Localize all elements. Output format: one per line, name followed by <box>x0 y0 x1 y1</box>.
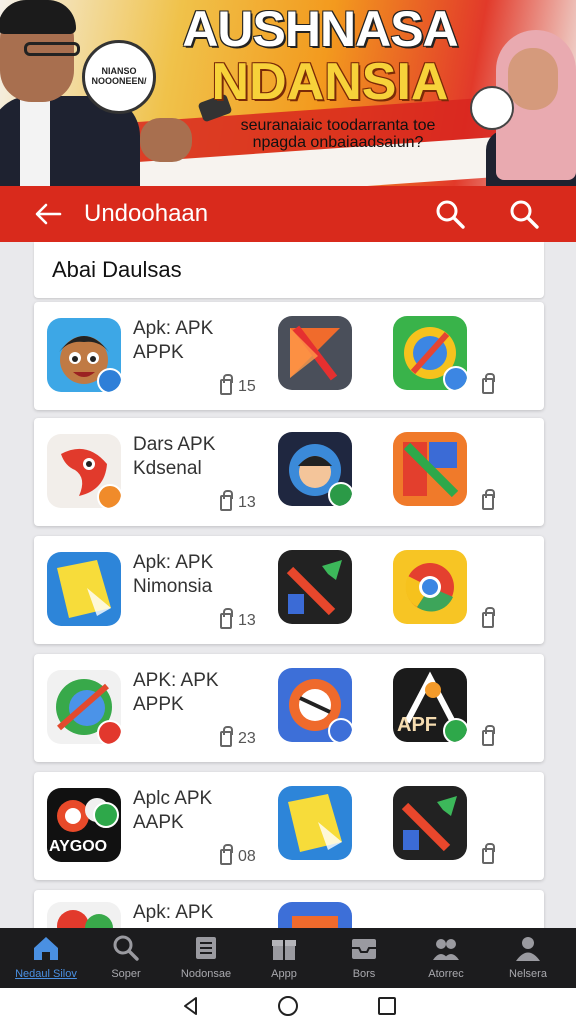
list-item[interactable]: AYGOO Aplc APK AAPK 08 <box>34 772 544 880</box>
lock-icon <box>220 490 233 511</box>
nav-label: Atorrec <box>428 968 464 980</box>
banner-badge: NIANSO NOOONEEN/ <box>82 40 156 114</box>
list-item[interactable]: Apk: APK APPK 15 <box>34 302 544 410</box>
app-icon-bird-circle[interactable] <box>278 668 352 742</box>
badge-icon <box>443 718 467 742</box>
app-icon-aygoo[interactable]: AYGOO <box>47 788 121 862</box>
lock-icon <box>220 608 233 629</box>
nav-profile[interactable]: Nelsera <box>488 934 568 986</box>
section-header: Abai Daulsas <box>34 242 544 298</box>
system-back-icon[interactable] <box>180 995 202 1017</box>
app-subtitle: Nimonsia <box>133 576 213 597</box>
badge-icon <box>443 366 467 390</box>
lock-icon <box>482 725 495 746</box>
app-icon-yellow-document[interactable] <box>278 786 352 860</box>
app-icon-partial[interactable] <box>47 902 121 928</box>
app-list: Abai Daulsas Apk: APK APPK 15 Dars APK K… <box>0 242 576 928</box>
bottom-nav: Nedaul Silov Soper Nodonsae Appp Bors At… <box>0 928 576 988</box>
app-icon-red-bird[interactable] <box>47 434 121 508</box>
app-name: Apk: APK <box>133 902 214 923</box>
app-count: 23 <box>220 726 256 748</box>
lock-icon <box>482 373 495 394</box>
apf-tile-label: APF <box>397 714 437 736</box>
search-icon <box>113 935 139 961</box>
app-subtitle: APPK <box>133 342 184 363</box>
banner-title-line2: NDANSIA <box>211 53 449 111</box>
lock-icon <box>482 607 495 628</box>
search-icon[interactable] <box>508 198 540 230</box>
badge-icon <box>97 720 121 744</box>
app-count: 13 <box>220 490 256 512</box>
nav-home[interactable]: Nedaul Silov <box>6 934 86 986</box>
nav-label: Nelsera <box>509 968 547 980</box>
app-icon-headset-face[interactable] <box>278 432 352 506</box>
banner-subtitle: seuranaiaic toodarranta toe npagda onbai… <box>240 117 436 151</box>
nav-inbox[interactable]: Bors <box>324 934 404 986</box>
app-name: Apk: APK <box>133 318 214 339</box>
lock-icon <box>220 374 233 395</box>
app-icon-cartoon-boy[interactable] <box>47 318 121 392</box>
lock-icon <box>220 844 233 865</box>
nav-label: Bors <box>352 968 376 980</box>
gift-icon <box>272 940 296 960</box>
app-count: 13 <box>220 608 256 630</box>
app-icon-partial[interactable] <box>278 902 352 928</box>
app-icon-green-browser[interactable] <box>393 316 467 390</box>
badge-icon <box>93 802 119 828</box>
nav-label: Soper <box>111 968 141 980</box>
lock-icon <box>220 726 233 747</box>
list-item[interactable]: Dars APK Kdsenal 13 <box>34 418 544 526</box>
nav-list[interactable]: Nodonsae <box>166 934 246 986</box>
inbox-icon <box>352 939 376 959</box>
list-icon <box>196 937 216 959</box>
app-subtitle: APPK <box>133 694 184 715</box>
app-bar: Undoohaan <box>0 186 576 242</box>
lock-icon <box>482 843 495 864</box>
nav-label: Appp <box>271 968 297 980</box>
search-icon[interactable] <box>434 198 466 230</box>
app-icon-orange-triangle[interactable] <box>278 316 352 390</box>
system-home-icon[interactable] <box>277 995 299 1017</box>
app-icon-colorful-tools[interactable] <box>393 432 467 506</box>
section-title: Abai Daulsas <box>52 257 182 282</box>
promo-banner[interactable]: NIANSO NOOONEEN/ AUSHNASA NDANSIA seuran… <box>0 0 576 186</box>
list-item[interactable]: APK: APK APPK 23 APF <box>34 654 544 762</box>
app-name: APK: APK <box>133 670 219 691</box>
app-count: 15 <box>220 374 256 396</box>
group-icon <box>433 939 459 960</box>
badge-icon <box>328 718 352 742</box>
system-recents-icon[interactable] <box>376 995 398 1017</box>
banner-title: AUSHNASA <box>182 1 458 57</box>
app-name: Apk: APK <box>133 552 214 573</box>
app-bar-title: Undoohaan <box>84 200 209 227</box>
nav-label: Nodonsae <box>180 968 232 980</box>
banner-badge-small <box>470 86 514 130</box>
app-subtitle: AAPK <box>133 812 184 833</box>
app-icon-arrow-pencil[interactable] <box>278 550 352 624</box>
lock-icon <box>482 489 495 510</box>
badge-icon <box>97 368 121 392</box>
nav-label: Nedaul Silov <box>15 968 77 980</box>
app-subtitle: Kdsenal <box>133 458 202 479</box>
system-nav-bar <box>0 988 576 1024</box>
nav-group[interactable]: Atorrec <box>406 934 486 986</box>
list-item[interactable]: Apk: APK Nimonsia 13 <box>34 536 544 644</box>
list-item[interactable]: Apk: APK <box>34 890 544 928</box>
home-icon <box>34 937 58 960</box>
badge-icon <box>97 484 121 508</box>
app-name: Dars APK <box>133 434 216 455</box>
back-arrow-icon[interactable] <box>34 198 62 230</box>
aygoo-tile-label: AYGOO <box>49 838 108 855</box>
app-icon-yellow-document[interactable] <box>47 552 121 626</box>
app-icon-arrow-pencil[interactable] <box>393 786 467 860</box>
nav-search[interactable]: Soper <box>86 934 166 986</box>
app-name: Aplc APK <box>133 788 213 809</box>
nav-apps[interactable]: Appp <box>244 934 324 986</box>
app-count: 08 <box>220 844 256 866</box>
profile-icon <box>516 937 540 961</box>
app-icon-chrome-browser[interactable] <box>393 550 467 624</box>
badge-icon <box>328 482 352 506</box>
app-icon-green-circle[interactable] <box>47 670 121 744</box>
app-icon-apf[interactable]: APF <box>393 668 467 742</box>
